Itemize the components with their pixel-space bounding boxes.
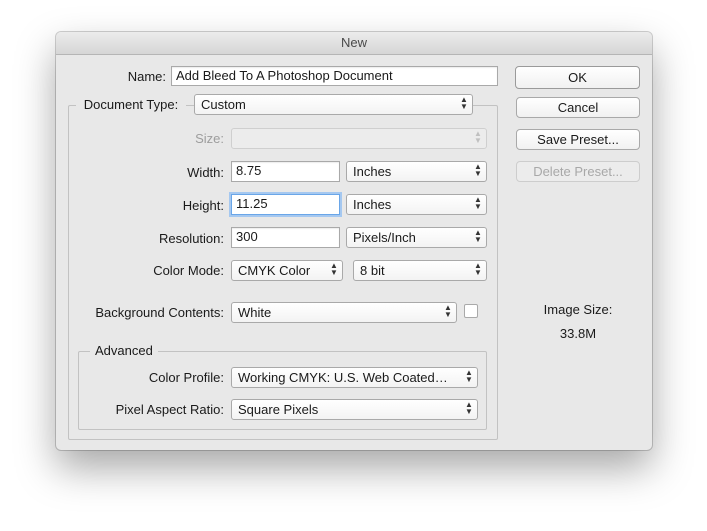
size-label: Size: — [195, 131, 224, 146]
up-down-chevron-icon: ▲ ▼ — [474, 162, 482, 178]
up-down-chevron-icon: ▲ ▼ — [465, 400, 473, 416]
height-input[interactable]: 11.25 — [231, 194, 340, 215]
up-down-chevron-icon: ▲ ▼ — [474, 195, 482, 211]
name-label: Name: — [127, 69, 166, 84]
color-mode-label: Color Mode: — [153, 263, 224, 278]
pixel-aspect-ratio-value: Square Pixels — [238, 402, 319, 417]
up-down-chevron-icon: ▲ ▼ — [444, 303, 452, 319]
bit-depth-select[interactable]: 8 bit ▲ ▼ — [353, 260, 487, 281]
resolution-label: Resolution: — [158, 231, 224, 246]
up-down-chevron-icon: ▲ ▼ — [474, 261, 482, 277]
document-type-label: Document Type: — [76, 97, 186, 112]
image-size-label: Image Size: — [543, 302, 613, 317]
width-unit-select[interactable]: Inches ▲ ▼ — [346, 161, 487, 182]
color-profile-value: Working CMYK: U.S. Web Coated… — [238, 370, 448, 385]
color-mode-select[interactable]: CMYK Color ▲ ▼ — [231, 260, 343, 281]
pixel-aspect-ratio-label: Pixel Aspect Ratio: — [115, 402, 224, 417]
window-title: New — [56, 32, 652, 55]
background-contents-label: Background Contents: — [95, 305, 224, 320]
bit-depth-value: 8 bit — [360, 263, 385, 278]
delete-preset-button[interactable]: Delete Preset... — [516, 161, 640, 182]
document-type-select[interactable]: Custom ▲ ▼ — [194, 94, 473, 115]
height-unit-value: Inches — [353, 197, 392, 212]
color-profile-label: Color Profile: — [148, 370, 224, 385]
height-label: Height: — [182, 198, 224, 213]
document-type-value: Custom — [201, 97, 246, 112]
up-down-chevron-icon: ▲ ▼ — [474, 129, 482, 145]
up-down-chevron-icon: ▲ ▼ — [474, 228, 482, 244]
background-color-swatch[interactable] — [464, 304, 478, 318]
color-mode-value: CMYK Color — [238, 263, 311, 278]
up-down-chevron-icon: ▲ ▼ — [460, 95, 468, 111]
resolution-input[interactable]: 300 — [231, 227, 340, 248]
size-select[interactable]: ▲ ▼ — [231, 128, 487, 149]
up-down-chevron-icon: ▲ ▼ — [465, 368, 473, 384]
pixel-aspect-ratio-select[interactable]: Square Pixels ▲ ▼ — [231, 399, 478, 420]
resolution-unit-value: Pixels/Inch — [353, 230, 416, 245]
width-input[interactable]: 8.75 — [231, 161, 340, 182]
new-document-dialog: New Name: Add Bleed To A Photoshop Docum… — [56, 32, 652, 450]
background-contents-select[interactable]: White ▲ ▼ — [231, 302, 457, 323]
height-unit-select[interactable]: Inches ▲ ▼ — [346, 194, 487, 215]
name-input[interactable]: Add Bleed To A Photoshop Document — [171, 66, 498, 86]
save-preset-button[interactable]: Save Preset... — [516, 129, 640, 150]
image-size-value: 33.8M — [559, 326, 597, 341]
ok-button[interactable]: OK — [515, 66, 640, 89]
width-unit-value: Inches — [353, 164, 392, 179]
resolution-unit-select[interactable]: Pixels/Inch ▲ ▼ — [346, 227, 487, 248]
background-contents-value: White — [238, 305, 272, 320]
color-profile-select[interactable]: Working CMYK: U.S. Web Coated… ▲ ▼ — [231, 367, 478, 388]
width-label: Width: — [187, 165, 224, 180]
cancel-button[interactable]: Cancel — [516, 97, 640, 118]
up-down-chevron-icon: ▲ ▼ — [330, 261, 338, 277]
advanced-label: Advanced — [90, 343, 158, 358]
